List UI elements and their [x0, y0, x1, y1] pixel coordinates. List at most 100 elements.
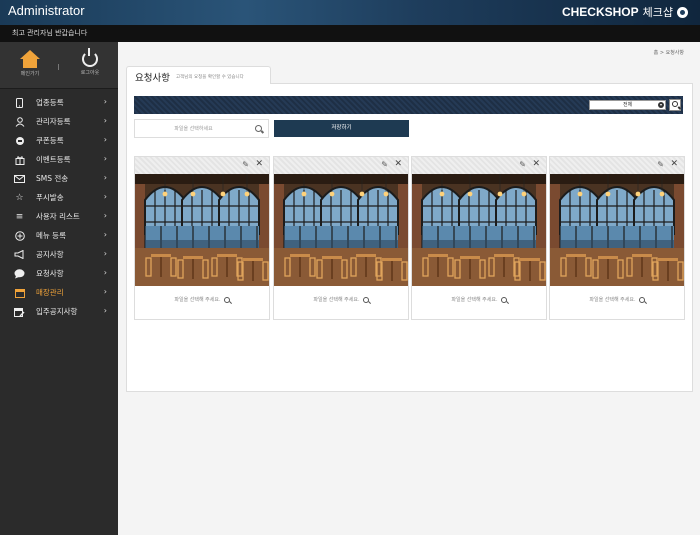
- chevron-right-icon: ›: [103, 306, 107, 315]
- sidebar-item-label: 사용자 리스트: [36, 212, 80, 221]
- quick-divider: [58, 64, 59, 70]
- card-caption-text: 파일을 선택해 주세요.: [174, 297, 221, 303]
- mail-icon: [14, 173, 25, 184]
- image-card: ✎ ✕ 파일을 선택해 주세요.: [134, 156, 270, 320]
- card-caption[interactable]: 파일을 선택해 주세요.: [550, 286, 684, 314]
- home-button[interactable]: 메인가기: [10, 50, 50, 77]
- sidebar-item-requests[interactable]: 요청사항 ›: [0, 264, 118, 283]
- sidebar-item-coupon[interactable]: 쿠폰등록 ›: [0, 131, 118, 150]
- card-caption[interactable]: 파일을 선택해 주세요.: [412, 286, 546, 314]
- chevron-right-icon: ›: [103, 287, 107, 296]
- search-icon: [672, 101, 678, 107]
- search-icon: [638, 296, 645, 303]
- speech-bubble-icon: [14, 268, 25, 279]
- breadcrumb: 홈 > 요청사항: [653, 50, 684, 56]
- sidebar-item-label: 매장관리: [36, 288, 64, 297]
- pencil-icon[interactable]: ✎: [242, 160, 249, 169]
- search-button[interactable]: [669, 99, 681, 111]
- greeting-text: 최고 관리자님 반갑습니다: [12, 29, 88, 37]
- pencil-icon[interactable]: ✎: [519, 160, 526, 169]
- category-select-value: 전체: [623, 102, 633, 108]
- sidebar-item-user-list[interactable]: ≡ 사용자 리스트 ›: [0, 207, 118, 226]
- pencil-icon[interactable]: ✎: [381, 160, 388, 169]
- card-header: ✎ ✕: [135, 157, 269, 174]
- chevron-right-icon: ›: [103, 268, 107, 277]
- close-icon[interactable]: ✕: [255, 159, 263, 169]
- chevron-right-icon: ›: [103, 230, 107, 239]
- image-card: ✎ ✕ 파일을 선택해 주세요.: [411, 156, 547, 320]
- sidebar-item-label: SMS 전송: [36, 174, 69, 183]
- list-icon: ≡: [15, 211, 24, 222]
- store-photo: [412, 174, 546, 286]
- app-title: Administrator: [8, 3, 85, 18]
- store-photo: [274, 174, 408, 286]
- chevron-right-icon: ›: [103, 97, 107, 106]
- user-icon: [14, 116, 25, 127]
- page-subtitle: 고객님의 요청을 확인할 수 있습니다: [176, 75, 244, 80]
- sidebar-item-push[interactable]: ☆ 푸시발송 ›: [0, 188, 118, 207]
- sidebar-item-menu-register[interactable]: 메뉴 등록 ›: [0, 226, 118, 245]
- store-photo: [550, 174, 684, 286]
- sidebar-item-label: 이벤트등록: [36, 155, 71, 164]
- filter-toolbar: 전체 ▾: [134, 96, 683, 114]
- logo-text: CHECKSHOP: [561, 5, 639, 19]
- sidebar-item-label: 요청사항: [36, 269, 64, 278]
- sidebar-item-label: 공지사항: [36, 250, 64, 259]
- plus-circle-icon: [14, 230, 25, 241]
- card-header: ✎ ✕: [274, 157, 408, 174]
- sidebar-item-label: 관리자등록: [36, 117, 71, 126]
- calendar-edit-icon: [14, 306, 25, 317]
- image-card: ✎ ✕ 파일을 선택해 주세요.: [273, 156, 409, 320]
- home-label: 메인가기: [20, 71, 40, 77]
- close-icon[interactable]: ✕: [394, 159, 402, 169]
- brand-logo[interactable]: CHECKSHOP 체크샵: [562, 4, 688, 20]
- star-icon: ☆: [15, 192, 24, 203]
- megaphone-icon: [14, 249, 25, 260]
- close-icon[interactable]: ✕: [670, 159, 678, 169]
- search-icon: [255, 125, 262, 132]
- quick-buttons: 메인가기 로그아웃: [0, 42, 118, 89]
- card-caption-text: 파일을 선택해 주세요.: [313, 297, 360, 303]
- image-card: ✎ ✕ 파일을 선택해 주세요.: [549, 156, 685, 320]
- logout-label: 로그아웃: [80, 70, 100, 76]
- close-icon[interactable]: ✕: [532, 159, 540, 169]
- logo-sub: 체크샵: [642, 7, 673, 19]
- file-select-placeholder: 파일을 선택하세요: [174, 126, 213, 132]
- sidebar-item-notice[interactable]: 공지사항 ›: [0, 245, 118, 264]
- page-title: 요청사항: [135, 73, 170, 84]
- chevron-right-icon: ›: [103, 173, 107, 182]
- image-cards: ✎ ✕ 파일을 선택해 주세요. ✎ ✕ 파일을 선택해 주세요. ✎ ✕ 파일…: [134, 156, 686, 320]
- sidebar-item-event[interactable]: 이벤트등록 ›: [0, 150, 118, 169]
- card-caption[interactable]: 파일을 선택해 주세요.: [274, 286, 408, 314]
- sidebar-item-tenant-notice[interactable]: 입주공지사항 ›: [0, 302, 118, 321]
- logout-button[interactable]: 로그아웃: [70, 48, 110, 76]
- home-icon: [19, 50, 41, 68]
- power-icon: [82, 48, 98, 67]
- card-header: ✎ ✕: [412, 157, 546, 174]
- sidebar-item-business[interactable]: 업종등록 ›: [0, 93, 118, 112]
- tab-requests[interactable]: 요청사항 고객님의 요청을 확인할 수 있습니다: [126, 66, 271, 84]
- chevron-right-icon: ›: [103, 192, 107, 201]
- sidebar-item-label: 메뉴 등록: [36, 231, 66, 240]
- chevron-right-icon: ›: [103, 154, 107, 163]
- chevron-right-icon: ›: [103, 211, 107, 220]
- coupon-icon: [14, 135, 25, 146]
- sidebar-item-label: 업종등록: [36, 98, 64, 107]
- pencil-icon[interactable]: ✎: [657, 160, 664, 169]
- sidebar-menu: 업종등록 › 관리자등록 › 쿠폰등록 › 이벤트등록 › SMS 전송 › ☆ 푸시발송…: [0, 93, 118, 321]
- category-select[interactable]: 전체 ▾: [589, 100, 666, 110]
- sidebar-item-sms[interactable]: SMS 전송 ›: [0, 169, 118, 188]
- search-icon: [223, 296, 230, 303]
- card-caption[interactable]: 파일을 선택해 주세요.: [135, 286, 269, 314]
- file-select-input[interactable]: 파일을 선택하세요: [134, 119, 269, 138]
- sidebar-item-label: 푸시발송: [36, 193, 64, 202]
- sidebar-item-store-manage[interactable]: 매장관리 ›: [0, 283, 118, 302]
- location-pin-icon: [677, 6, 688, 18]
- save-button[interactable]: 저장하기: [274, 120, 409, 137]
- sidebar-item-label: 쿠폰등록: [36, 136, 64, 145]
- sidebar-item-admin[interactable]: 관리자등록 ›: [0, 112, 118, 131]
- chevron-down-icon: ▾: [658, 102, 664, 108]
- chevron-right-icon: ›: [103, 249, 107, 258]
- chevron-right-icon: ›: [103, 116, 107, 125]
- card-caption-text: 파일을 선택해 주세요.: [451, 297, 498, 303]
